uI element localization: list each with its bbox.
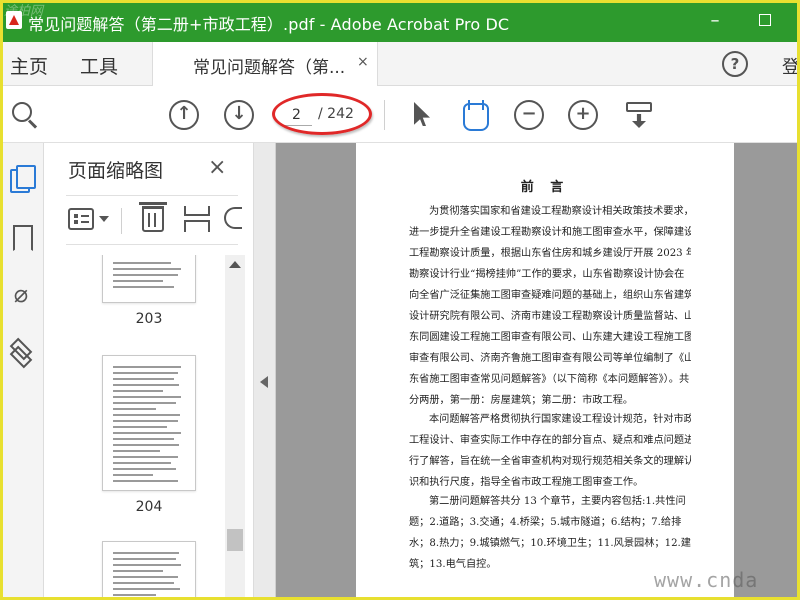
text-line: 设计研究院有限公司、济南市建设工程勘察设计质量监督站、山 [409,311,691,322]
select-icon[interactable] [408,100,438,130]
help-icon[interactable]: ? [722,51,748,77]
chevron-down-icon[interactable] [99,216,109,222]
menu-home[interactable]: 主页 [10,52,48,79]
menu-tools[interactable]: 工具 [80,52,118,79]
zoom-search-icon[interactable] [10,100,40,130]
text-line: 东省施工图审查常见问题解答》（以下简称《本问题解答》）。共 [409,374,690,385]
close-tab-button[interactable]: × [357,54,369,70]
title-bar: 途柏网 常见问题解答（第二册+市政工程）.pdf - Adobe Acrobat… [0,0,800,42]
text-line: 勘察设计行业“揭榜挂帅”工作的要求，山东省勘察设计协会在 [409,269,685,280]
thumbnail-page[interactable] [102,355,196,491]
text-line: 东同圆建设工程施工图审查有限公司、山东建大建设工程施工图 [409,332,691,343]
trash-icon[interactable] [139,202,167,232]
keyboard-shape [626,102,652,112]
document-view[interactable]: 前 言 为贯彻落实国家和省建设工程勘察设计相关政策技术要求， 进一步提升全省建设… [276,143,800,600]
pages-icon[interactable] [8,165,36,193]
paragraph-1: 为贯彻落实国家和省建设工程勘察设计相关政策技术要求， 进一步提升全省建设工程勘察… [409,201,691,411]
text-line: 工程勘察设计质量，根据山东省住房和城乡建设厅开展 2023 年 [409,248,691,259]
chevron-up-icon[interactable] [229,261,241,268]
maximize-button[interactable] [752,8,778,34]
layers-icon[interactable] [8,337,34,369]
toolbar-divider [384,100,385,130]
thumbnail-scrollbar[interactable] [225,255,245,600]
text-line: 筑；13.电气自控。 [409,559,497,570]
sign-in-link[interactable]: 登 [782,53,800,79]
bookmark-icon[interactable] [8,223,34,251]
thumbnail-panel: 页面缩略图 × 203 204 [44,143,254,600]
minimize-button[interactable]: – [702,8,728,34]
extract-icon[interactable] [184,206,210,232]
attach-icon[interactable]: ⌀ [8,280,34,308]
prev-page-icon[interactable]: ↑ [169,100,199,130]
text-line: 行了解答，旨在统一全省审查机构对现行规范相关条文的理解认 [409,456,691,467]
text-line: 水；8.热力；9.城镇燃气；10.环境卫生；11.风景园林；12.建 [409,538,691,549]
thumbnail-page[interactable] [102,255,196,303]
panel-divider [121,208,122,234]
text-line: 识和执行尺度，指导全省市政工程施工图审查工作。 [409,477,644,488]
scroll-thumb[interactable] [227,529,243,551]
tab-bar: 主页 工具 常见问题解答（第... × ? 登 [0,42,800,86]
text-line: 本问题解答严格贯彻执行国家建设工程设计规范，针对市政 [429,414,691,425]
annotation-ellipse [272,93,372,135]
text-line: 题；2.道路；3.交通；4.桥梁；5.城市隧道；6.结构；7.给排 [409,517,682,528]
paragraph-3: 第二册问题解答共分 13 个章节，主要内容包括:1.共性问 题；2.道路；3.交… [409,491,691,575]
document-tab[interactable]: 常见问题解答（第... × [152,42,378,86]
panel-toolbar [66,195,242,245]
thumbnail-number: 204 [135,499,163,515]
document-tab-label: 常见问题解答（第... [193,58,346,78]
text-line: 分两册，第一册：房屋建筑；第二册：市政工程。 [409,395,634,406]
text-line: 工程设计、审查实际工作中存在的部分盲点、疑点和难点问题进 [409,435,691,446]
zoom-out-icon[interactable]: − [514,100,544,130]
main-toolbar: ↑ ↓ / 242 − + [0,86,800,143]
more-tools-icon[interactable] [624,100,654,130]
down-arrow-shape [632,114,646,128]
watermark-bottom-right: www.cnda [654,568,759,592]
text-line: 为贯彻落实国家和省建设工程勘察设计相关政策技术要求， [429,206,691,217]
text-line: 审查有限公司、济南齐鲁施工图审查有限公司等单位编制了《山 [409,353,691,364]
options-icon[interactable] [68,208,94,230]
panel-title: 页面缩略图 [68,160,164,182]
close-panel-button[interactable]: × [208,155,226,180]
document-page: 前 言 为贯彻落实国家和省建设工程勘察设计相关政策技术要求， 进一步提升全省建设… [356,143,734,600]
maximize-icon [759,14,771,26]
text-line: 向全省广泛征集施工图审查疑难问题的基础上，组织山东省建筑 [409,290,691,301]
window-title: 常见问题解答（第二册+市政工程）.pdf - Adobe Acrobat Pro… [28,15,510,34]
lens-handle [27,119,38,129]
zoom-in-icon[interactable]: + [568,100,598,130]
navigation-rail: ⌀ [0,143,44,600]
next-page-icon[interactable]: ↓ [224,100,254,130]
rotate-icon[interactable] [224,207,242,229]
paragraph-2: 本问题解答严格贯彻执行国家建设工程设计规范，针对市政 工程设计、审查实际工作中存… [409,409,691,493]
page-heading: 前 言 [520,180,570,195]
text-line: 第二册问题解答共分 13 个章节，主要内容包括:1.共性问 [429,496,686,507]
thumbnail-list[interactable]: 203 204 [66,255,246,600]
thumbnail-number: 203 [135,311,163,327]
text-line: 进一步提升全省建设工程勘察设计和施工图审查水平，保障建设 [409,227,691,238]
hand-icon[interactable] [459,100,489,131]
thumbnail-page[interactable] [102,541,196,600]
panel-collapse-strip[interactable] [254,143,276,600]
app-pdf-icon [6,11,22,29]
chevron-left-icon[interactable] [260,376,268,388]
